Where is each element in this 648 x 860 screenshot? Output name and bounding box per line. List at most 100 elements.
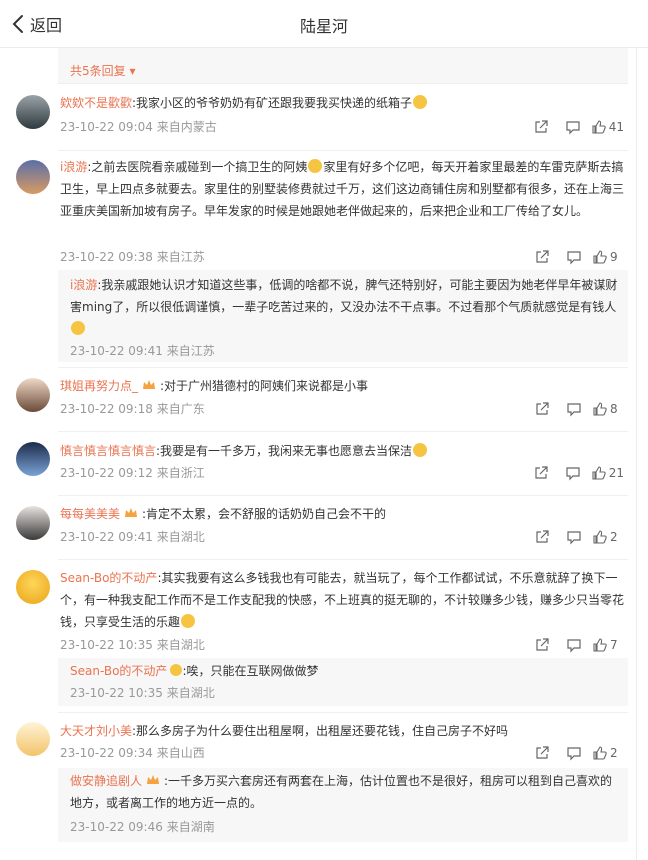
reply-text: i浪游:我亲戚跟她认识才知道这些事，低调的啥都不说，脾气还特别好，可能主要因为她… bbox=[70, 274, 620, 340]
like-icon bbox=[593, 638, 607, 652]
reply-text: Sean-Bo的不动产:唉，只能在互联网做做梦 bbox=[70, 664, 319, 678]
reply-meta: 23-10-22 09:41 来自江苏 bbox=[70, 344, 215, 358]
comment-icon bbox=[567, 403, 581, 417]
more-replies-box: 共5条回复 ▾ bbox=[58, 48, 628, 84]
divider bbox=[58, 431, 628, 432]
emoji-icon bbox=[413, 95, 428, 109]
comment-username[interactable]: 每每美美美 bbox=[60, 507, 120, 521]
comment-button[interactable] bbox=[557, 464, 589, 482]
share-icon bbox=[535, 120, 548, 133]
share-button[interactable] bbox=[525, 464, 557, 482]
share-button[interactable] bbox=[525, 118, 557, 136]
comment-text: 慎言慎言慎言慎言:我要是有一千多万，我闲来无事也愿意去当保洁 bbox=[60, 440, 625, 462]
share-icon bbox=[536, 638, 549, 651]
avatar[interactable] bbox=[16, 378, 50, 412]
avatar[interactable] bbox=[16, 722, 50, 756]
emoji-icon bbox=[308, 159, 323, 173]
comment-text: i浪游:之前去医院看亲戚碰到一个搞卫生的阿姨 家里有好多个亿吧，每天开着家里最差的… bbox=[60, 159, 625, 218]
comment-button[interactable] bbox=[558, 400, 590, 418]
reply-box: Sean-Bo的不动产:唉，只能在互联网做做梦 23-10-22 10:35 来… bbox=[58, 658, 628, 706]
avatar[interactable] bbox=[16, 160, 50, 194]
emoji-icon bbox=[181, 614, 196, 628]
verified-badge-icon bbox=[170, 664, 183, 676]
avatar[interactable] bbox=[16, 570, 50, 604]
comment-text: 琪姐再努力点_:对于广州猎德村的阿姨们来说都是小事 bbox=[60, 379, 369, 393]
like-count: 21 bbox=[608, 466, 624, 480]
comment-text: Sean-Bo的不动产:其实我要有这么多钱我也有可能去，就当玩了，每个工作都试试… bbox=[60, 571, 625, 629]
reply-username[interactable]: i浪游 bbox=[70, 278, 97, 292]
share-icon bbox=[536, 530, 549, 543]
reply-meta: 23-10-22 10:35 来自湖北 bbox=[70, 686, 215, 700]
comment-button[interactable] bbox=[557, 118, 589, 136]
comment-meta: 23-10-22 09:12 来自浙江 bbox=[60, 466, 205, 480]
like-button[interactable]: 2 bbox=[592, 529, 624, 545]
crown-badge-icon bbox=[125, 508, 138, 517]
reply-meta: 23-10-22 09:46 来自湖南 bbox=[70, 820, 215, 834]
comment-button[interactable] bbox=[558, 636, 590, 654]
share-button[interactable] bbox=[526, 248, 558, 266]
comment-text: 大天才刘小美:那么多房子为什么要住出租屋啊，出租屋还要花钱，住自己房子不好吗 bbox=[60, 724, 509, 738]
comment-username[interactable]: 慎言慎言慎言慎言 bbox=[60, 444, 156, 458]
like-button[interactable]: 2 bbox=[592, 745, 624, 761]
like-count: 41 bbox=[608, 120, 624, 134]
crown-badge-icon bbox=[147, 775, 160, 784]
comment-button[interactable] bbox=[558, 528, 590, 546]
comment-icon bbox=[567, 747, 581, 761]
like-icon bbox=[593, 530, 607, 544]
avatar[interactable] bbox=[16, 506, 50, 540]
comment-text: 每每美美美:肯定不太累，会不舒服的话奶奶自己会不干的 bbox=[60, 507, 387, 521]
like-count: 9 bbox=[610, 250, 618, 264]
like-button[interactable]: 9 bbox=[592, 249, 624, 265]
share-button[interactable] bbox=[526, 636, 558, 654]
comment-item: 琪姐再努力点_:对于广州猎德村的阿姨们来说都是小事 23-10-22 09:18… bbox=[0, 372, 636, 428]
comment-actions: 41 bbox=[525, 118, 624, 136]
avatar[interactable] bbox=[16, 95, 50, 129]
comment-item: 每每美美美:肯定不太累，会不舒服的话奶奶自己会不干的 23-10-22 09:4… bbox=[0, 500, 636, 556]
share-button[interactable] bbox=[526, 400, 558, 418]
comment-meta: 23-10-22 09:38 来自江苏 bbox=[60, 250, 205, 264]
like-icon bbox=[592, 120, 606, 134]
like-button[interactable]: 7 bbox=[592, 637, 624, 653]
comment-meta: 23-10-22 10:35 来自湖北 bbox=[60, 638, 205, 652]
like-icon bbox=[593, 250, 607, 264]
comment-actions: 2 bbox=[526, 528, 624, 546]
comment-username[interactable]: 大天才刘小美 bbox=[60, 724, 132, 738]
emoji-icon bbox=[71, 321, 85, 335]
reply-username[interactable]: 做安静追剧人 bbox=[70, 774, 142, 788]
more-replies-link[interactable]: 共5条回复 ▾ bbox=[70, 62, 135, 79]
like-button[interactable]: 21 bbox=[591, 465, 624, 481]
comment-icon bbox=[566, 467, 580, 481]
reply-box: i浪游:我亲戚跟她认识才知道这些事，低调的啥都不说，脾气还特别好，可能主要因为她… bbox=[58, 270, 628, 362]
like-button[interactable]: 8 bbox=[592, 401, 624, 417]
emoji-icon bbox=[413, 443, 428, 457]
comment-username[interactable]: i浪游 bbox=[60, 160, 87, 174]
comment-username[interactable]: Sean-Bo的不动产 bbox=[60, 571, 157, 585]
comment-meta: 23-10-22 09:04 来自内蒙古 bbox=[60, 120, 217, 134]
share-button[interactable] bbox=[526, 744, 558, 762]
avatar[interactable] bbox=[16, 442, 50, 476]
share-icon bbox=[536, 746, 549, 759]
comment-button[interactable] bbox=[558, 248, 590, 266]
comment-actions: 21 bbox=[525, 464, 624, 482]
reply-text: 做安静追剧人:一千多万买六套房还有两套在上海，估计位置也不是很好，租房可以租到自… bbox=[70, 774, 613, 810]
share-button[interactable] bbox=[526, 528, 558, 546]
scrollbar-track bbox=[636, 48, 637, 860]
comment-username[interactable]: 欸欸不是歡歡 bbox=[60, 96, 132, 110]
like-count: 7 bbox=[610, 638, 618, 652]
share-icon bbox=[536, 402, 549, 415]
like-icon bbox=[592, 466, 606, 480]
divider bbox=[58, 150, 628, 151]
like-count: 8 bbox=[610, 402, 618, 416]
like-icon bbox=[593, 402, 607, 416]
share-icon bbox=[536, 250, 549, 263]
like-button[interactable]: 41 bbox=[591, 119, 624, 135]
comment-icon bbox=[567, 251, 581, 265]
comment-icon bbox=[567, 639, 581, 653]
divider bbox=[58, 559, 628, 560]
comment-actions: 7 bbox=[526, 636, 624, 654]
comment-username[interactable]: 琪姐再努力点_ bbox=[60, 379, 138, 393]
comment-button[interactable] bbox=[558, 744, 590, 762]
comment-icon bbox=[566, 121, 580, 135]
reply-username[interactable]: Sean-Bo的不动产 bbox=[70, 664, 167, 678]
comment-actions: 2 bbox=[526, 744, 624, 762]
